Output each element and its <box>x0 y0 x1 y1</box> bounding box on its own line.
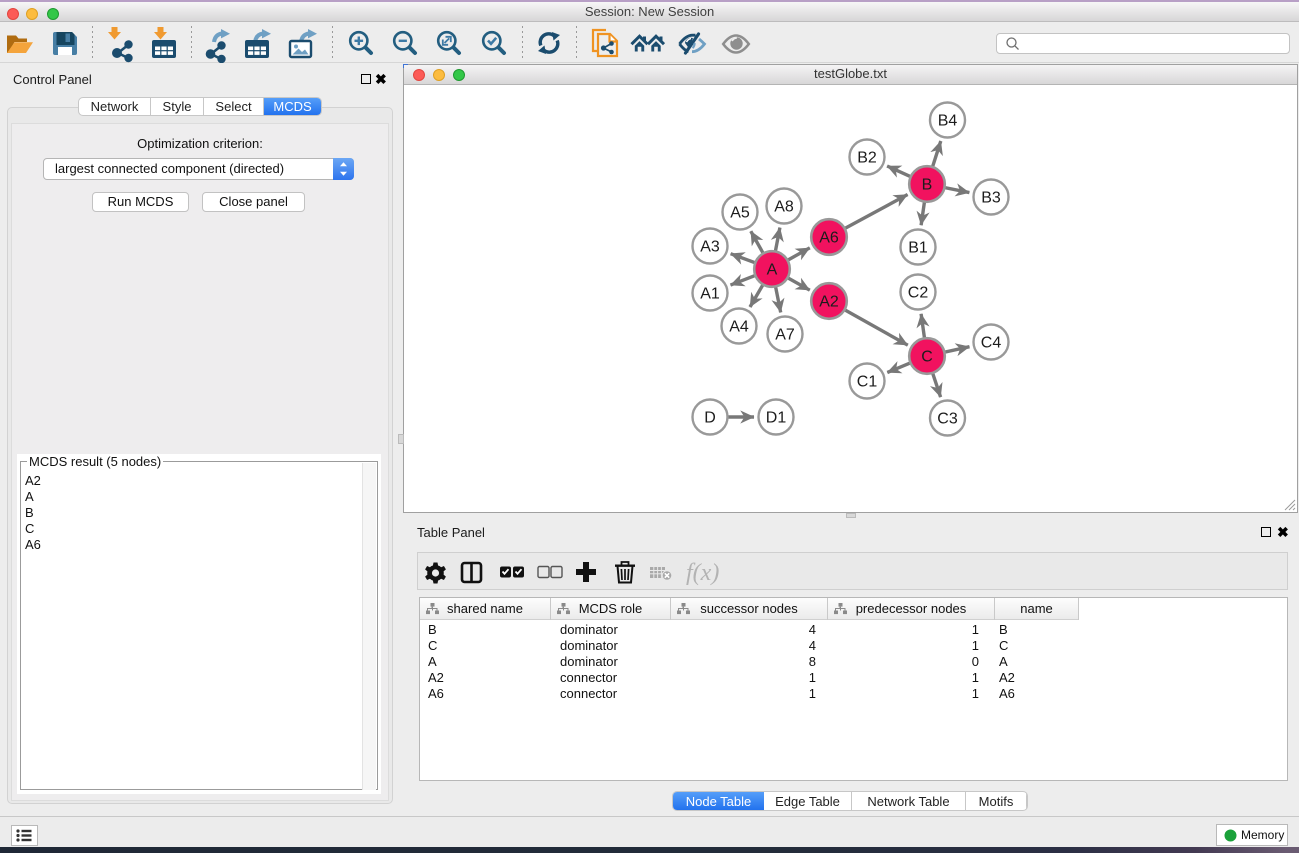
svg-text:C: C <box>921 349 933 366</box>
svg-text:C4: C4 <box>981 335 1002 352</box>
svg-text:A7: A7 <box>775 327 795 344</box>
svg-text:B3: B3 <box>981 190 1001 207</box>
svg-text:A4: A4 <box>729 319 749 336</box>
svg-text:A1: A1 <box>700 286 720 303</box>
svg-text:A8: A8 <box>774 199 794 216</box>
svg-text:D1: D1 <box>766 410 787 427</box>
svg-text:A: A <box>767 262 778 279</box>
svg-text:B: B <box>922 177 933 194</box>
svg-text:D: D <box>704 410 716 427</box>
svg-text:C3: C3 <box>937 411 958 428</box>
svg-text:A3: A3 <box>700 239 720 256</box>
svg-text:C2: C2 <box>908 285 929 302</box>
svg-text:C1: C1 <box>857 374 878 391</box>
svg-text:A5: A5 <box>730 205 750 222</box>
svg-text:f(x): f(x) <box>686 560 719 586</box>
svg-text:A6: A6 <box>819 230 839 247</box>
svg-text:B1: B1 <box>908 240 928 257</box>
svg-text:B4: B4 <box>938 113 958 130</box>
svg-text:A2: A2 <box>819 294 839 311</box>
svg-text:B2: B2 <box>857 150 877 167</box>
